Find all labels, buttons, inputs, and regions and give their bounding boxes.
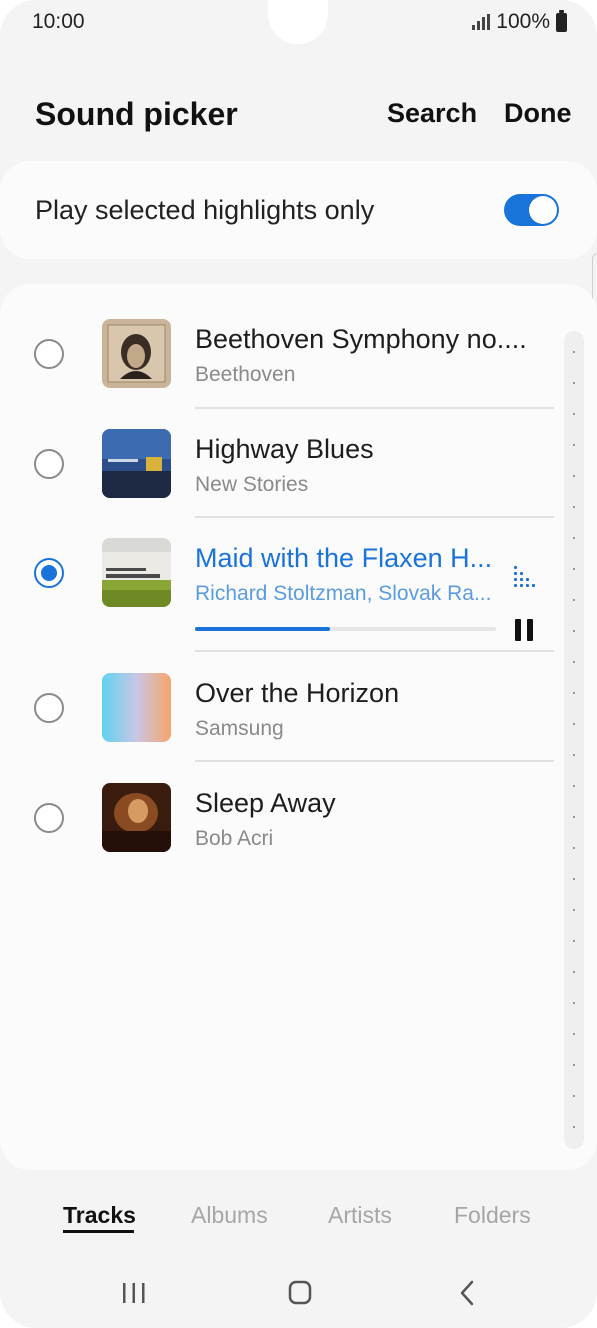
album-art-highway-blues	[102, 429, 171, 498]
battery-percent: 100%	[496, 10, 550, 33]
track-title: Over the Horizon	[195, 678, 400, 708]
scroll-index-dot	[573, 940, 575, 942]
highlights-label: Play selected highlights only	[35, 195, 375, 225]
track-title: Highway Blues	[195, 434, 374, 464]
track-row-over-the-horizon[interactable]: Over the Horizon Samsung	[0, 672, 597, 762]
track-radio[interactable]	[34, 693, 64, 723]
row-divider	[195, 516, 554, 518]
album-art-maid-with-the-flaxen-hair	[102, 538, 171, 607]
row-divider	[195, 407, 554, 409]
track-radio[interactable]	[34, 339, 64, 369]
scroll-index-dot	[573, 630, 575, 632]
scroll-index-dot	[573, 1033, 575, 1035]
track-title: Sleep Away	[195, 788, 336, 818]
album-art-over-the-horizon	[102, 673, 171, 742]
home-icon[interactable]	[275, 1270, 325, 1316]
scroll-index-dot	[573, 382, 575, 384]
tab-artists[interactable]: Artists	[328, 1202, 392, 1229]
album-art-sleep-away	[102, 783, 171, 852]
scroll-index-dot	[573, 475, 575, 477]
scroll-index-dot	[573, 723, 575, 725]
scroll-index-dot	[573, 909, 575, 911]
track-artist: Beethoven	[195, 363, 296, 386]
album-art-beethoven	[102, 319, 171, 388]
toggle-knob	[529, 196, 557, 224]
scroll-index-dot	[573, 692, 575, 694]
track-title: Beethoven Symphony no....	[195, 324, 527, 354]
track-artist: Richard Stoltzman, Slovak Ra...	[195, 582, 492, 605]
row-divider	[195, 760, 554, 762]
track-title: Maid with the Flaxen H...	[195, 543, 493, 573]
scroll-index-dot	[573, 816, 575, 818]
scroll-index-dot	[573, 599, 575, 601]
scroll-index-dot	[573, 568, 575, 570]
scroll-index-dot	[573, 847, 575, 849]
track-row-sleep-away[interactable]: Sleep Away Bob Acri	[0, 782, 597, 872]
scroll-index-dot	[573, 444, 575, 446]
signal-icon	[472, 14, 491, 30]
tab-albums[interactable]: Albums	[191, 1202, 268, 1229]
scroll-index-dot	[573, 878, 575, 880]
track-row-highway-blues[interactable]: Highway Blues New Stories	[0, 428, 597, 518]
scroll-index-dot	[573, 506, 575, 508]
playback-progress[interactable]	[195, 627, 496, 631]
row-divider	[195, 650, 554, 652]
camera-notch	[268, 0, 328, 44]
recents-icon[interactable]	[109, 1270, 159, 1316]
scroll-index-dot	[573, 1064, 575, 1066]
playback-progress-fill	[195, 627, 331, 631]
phone-screen: 10:00 100% Sound picker Search Done Play…	[0, 0, 597, 1328]
scroll-index-dot	[573, 413, 575, 415]
tab-tracks[interactable]: Tracks	[63, 1202, 136, 1229]
scroll-index-dot	[573, 661, 575, 663]
equalizer-icon	[514, 566, 535, 588]
scroll-index-rail[interactable]	[564, 331, 584, 1149]
track-artist: New Stories	[195, 473, 309, 496]
track-artist: Bob Acri	[195, 827, 274, 850]
status-time: 10:00	[32, 10, 85, 33]
page-title: Sound picker	[35, 96, 238, 132]
track-radio[interactable]	[34, 803, 64, 833]
scroll-index-dot	[573, 1126, 575, 1128]
back-icon[interactable]	[443, 1270, 493, 1316]
track-row-maid-with-the-flaxen-hair[interactable]: Maid with the Flaxen H... Richard Stoltz…	[0, 537, 597, 651]
scroll-index-dot	[573, 785, 575, 787]
track-artist: Samsung	[195, 717, 284, 740]
scroll-index-dot	[573, 1002, 575, 1004]
scroll-index-dot	[573, 351, 575, 353]
tab-active-indicator	[63, 1230, 134, 1233]
tab-folders[interactable]: Folders	[454, 1202, 531, 1229]
done-button[interactable]: Done	[504, 98, 572, 129]
pause-icon[interactable]	[515, 619, 535, 641]
highlights-toggle[interactable]	[504, 194, 559, 226]
scroll-index-dot	[573, 537, 575, 539]
search-button[interactable]: Search	[387, 98, 477, 129]
track-row-beethoven[interactable]: Beethoven Symphony no.... Beethoven	[0, 318, 597, 408]
scroll-index-dot	[573, 1095, 575, 1097]
status-indicators: 100%	[472, 9, 567, 34]
scroll-index-dot	[573, 754, 575, 756]
track-radio-selected[interactable]	[34, 558, 64, 588]
battery-icon	[556, 9, 567, 32]
track-radio[interactable]	[34, 449, 64, 479]
highlights-card: Play selected highlights only	[0, 161, 597, 259]
scroll-index-dot	[573, 971, 575, 973]
